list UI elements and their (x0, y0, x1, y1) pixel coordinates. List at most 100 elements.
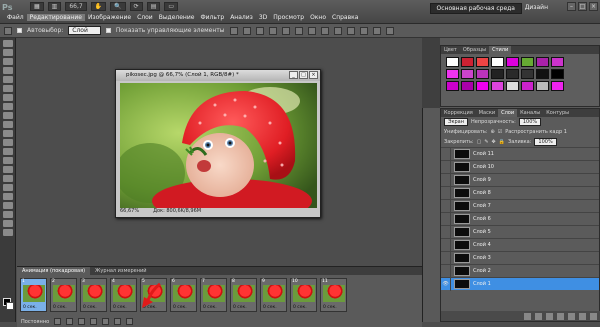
style-swatch[interactable] (476, 69, 489, 79)
tab-color[interactable]: Цвет (441, 46, 460, 54)
distribute-center-icon[interactable] (359, 26, 368, 35)
healing-tool-icon[interactable] (2, 94, 13, 101)
minibridge-icon[interactable]: ▥ (47, 2, 62, 11)
layer-row[interactable]: Слой 5 (441, 225, 599, 239)
next-frame-icon[interactable] (90, 318, 98, 325)
menu-view[interactable]: Просмотр (270, 14, 307, 21)
style-swatch[interactable] (446, 81, 459, 91)
minimize-icon[interactable]: – (567, 2, 576, 11)
doc-maximize-icon[interactable]: □ (299, 71, 308, 79)
style-swatch[interactable] (521, 57, 534, 67)
animation-frame[interactable]: 7 0 сек. (200, 278, 227, 312)
design-workspace-link[interactable]: Дизайн (525, 4, 548, 11)
menu-window[interactable]: Окно (307, 14, 329, 21)
layer-row[interactable]: Слой 11 (441, 147, 599, 161)
style-swatch[interactable] (536, 81, 549, 91)
layer-row[interactable]: Слой 4 (441, 238, 599, 252)
document-zoom[interactable]: 66,67% (120, 208, 139, 216)
gradient-tool-icon[interactable] (2, 139, 13, 146)
doc-minimize-icon[interactable]: _ (289, 71, 298, 79)
bridge-icon[interactable]: ▦ (30, 2, 44, 11)
animation-frame[interactable]: 1 0 сек. (20, 278, 47, 312)
animation-frame[interactable]: 4 0 сек. (110, 278, 137, 312)
fill-input[interactable]: 100% (534, 138, 557, 146)
style-swatch[interactable] (476, 57, 489, 67)
blend-mode-select[interactable]: Экран (444, 118, 469, 126)
style-swatch[interactable] (536, 69, 549, 79)
frame-delay[interactable]: 0 сек. (263, 305, 277, 310)
show-controls-checkbox[interactable] (105, 28, 111, 33)
marquee-tool-icon[interactable] (2, 49, 13, 56)
layer-row[interactable]: Слой 10 (441, 160, 599, 174)
layer-style-icon[interactable] (535, 312, 542, 320)
prev-frame-icon[interactable] (66, 318, 74, 325)
menu-image[interactable]: Изображение (85, 14, 134, 21)
style-swatch[interactable] (491, 57, 504, 67)
layer-row-selected[interactable]: 👁 Слой 1 (441, 277, 599, 291)
3d-rotate-tool-icon[interactable] (2, 202, 13, 209)
animation-frame[interactable]: 8 0 сек. (230, 278, 257, 312)
frame-delay[interactable]: 0 сек. (233, 305, 247, 310)
maximize-icon[interactable]: □ (578, 2, 587, 11)
visibility-toggle[interactable] (441, 212, 451, 226)
eraser-tool-icon[interactable] (2, 130, 13, 137)
3d-camera-tool-icon[interactable] (2, 211, 13, 218)
align-center-icon[interactable] (281, 26, 290, 35)
frame-delay[interactable]: 0 сек. (323, 305, 337, 310)
layer-row[interactable]: Слой 6 (441, 212, 599, 226)
style-swatch[interactable] (491, 69, 504, 79)
lasso-tool-icon[interactable] (2, 58, 13, 65)
background-color-swatch[interactable] (6, 302, 14, 310)
layer-row[interactable]: Слой 3 (441, 251, 599, 265)
screen-mode-icon[interactable]: ▭ (164, 2, 179, 11)
frame-delay[interactable]: 0 сек. (53, 305, 67, 310)
align-top-icon[interactable] (229, 26, 238, 35)
style-swatch[interactable] (461, 69, 474, 79)
loop-select[interactable]: Постоянно (21, 319, 49, 325)
new-layer-icon[interactable] (579, 312, 586, 320)
style-swatch[interactable] (461, 57, 474, 67)
arrange-icon[interactable]: ▤ (146, 2, 161, 11)
layer-row[interactable]: Слой 7 (441, 199, 599, 213)
menu-edit[interactable]: Редактирование (26, 14, 85, 21)
distribute-top-icon[interactable] (307, 26, 316, 35)
tab-masks[interactable]: Маски (476, 109, 498, 117)
duplicate-frame-icon[interactable] (114, 318, 122, 325)
distribute-right-icon[interactable] (372, 26, 381, 35)
style-swatch[interactable] (461, 81, 474, 91)
visibility-toggle[interactable] (441, 186, 451, 200)
delete-layer-icon[interactable] (590, 312, 597, 320)
animation-frame[interactable]: 3 0 сек. (80, 278, 107, 312)
doc-close-icon[interactable]: × (309, 71, 318, 79)
shape-tool-icon[interactable] (2, 193, 13, 200)
align-left-icon[interactable] (268, 26, 277, 35)
tab-layers[interactable]: Слои (498, 109, 518, 117)
new-group-icon[interactable] (568, 312, 575, 320)
layer-row[interactable]: Слой 8 (441, 186, 599, 200)
visibility-toggle[interactable] (441, 147, 451, 161)
visibility-toggle[interactable] (441, 160, 451, 174)
style-swatch[interactable] (536, 57, 549, 67)
visibility-toggle[interactable] (441, 173, 451, 187)
frame-delay[interactable]: 0 сек. (113, 305, 127, 310)
align-right-icon[interactable] (294, 26, 303, 35)
frame-delay[interactable]: 0 сек. (203, 305, 217, 310)
dodge-tool-icon[interactable] (2, 157, 13, 164)
distribute-left-icon[interactable] (346, 26, 355, 35)
stamp-tool-icon[interactable] (2, 112, 13, 119)
path-select-tool-icon[interactable] (2, 184, 13, 191)
play-icon[interactable] (78, 318, 86, 325)
history-brush-tool-icon[interactable] (2, 121, 13, 128)
workspace-button[interactable]: Основная рабочая среда (429, 3, 522, 14)
align-middle-icon[interactable] (242, 26, 251, 35)
frame-delay[interactable]: 0 сек. (173, 305, 187, 310)
first-frame-icon[interactable] (54, 318, 62, 325)
style-swatch[interactable] (446, 69, 459, 79)
tab-measurement-log[interactable]: Журнал измерений (90, 267, 151, 275)
visibility-toggle[interactable] (441, 225, 451, 239)
move-tool-icon[interactable] (2, 40, 13, 47)
visibility-toggle[interactable] (441, 264, 451, 278)
menu-3d[interactable]: 3D (256, 14, 270, 21)
move-tool-preset-icon[interactable] (4, 26, 12, 35)
animation-frame[interactable]: 11 0 сек. (320, 278, 347, 312)
